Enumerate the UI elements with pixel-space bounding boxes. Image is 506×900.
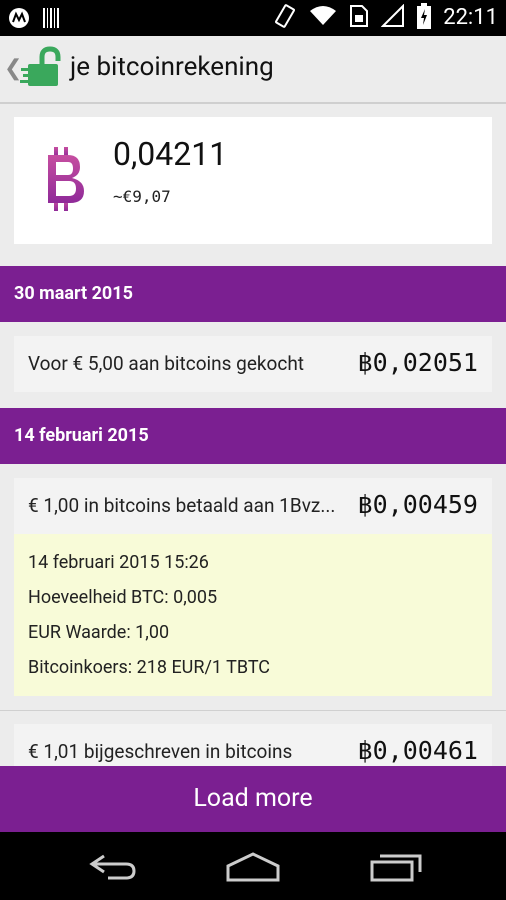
sim-icon <box>349 4 369 32</box>
bitcoin-b-icon <box>42 147 86 211</box>
transaction-row[interactable]: Voor € 5,00 aan bitcoins gekocht ฿0,0205… <box>14 336 492 392</box>
status-bar: 22:11 <box>0 0 506 36</box>
detail-datetime: 14 februari 2015 15:26 <box>28 552 209 573</box>
clock: 22:11 <box>443 5 498 30</box>
transaction-details: 14 februari 2015 15:26 Hoeveelheid BTC: … <box>14 534 492 696</box>
transaction-list[interactable]: 0,04211 ~€9,07 30 maart 2015 Voor € 5,00… <box>0 104 506 766</box>
green-padlock-logo[interactable] <box>20 46 64 90</box>
home-icon[interactable] <box>223 850 283 884</box>
transaction-row[interactable]: € 1,01 bijgeschreven in bitcoins ฿0,0046… <box>14 724 492 766</box>
recents-icon[interactable] <box>366 850 426 884</box>
wifi-icon <box>309 5 337 31</box>
transaction-amount: ฿0,00459 <box>357 490 478 519</box>
action-bar: ❮ je bitcoinrekening <box>0 36 506 104</box>
transaction-row[interactable]: € 1,00 in bitcoins betaald aan 1Bvz... ฿… <box>14 478 492 534</box>
balance-amount: 0,04211 <box>113 135 228 173</box>
detail-eur-value: EUR Waarde: 1,00 <box>28 622 170 643</box>
balance-fiat: ~€9,07 <box>113 187 171 206</box>
motorola-icon <box>8 7 30 33</box>
load-more-button[interactable]: Load more <box>0 766 506 832</box>
transaction-amount: ฿0,00461 <box>357 736 478 765</box>
barcode-icon <box>42 7 60 33</box>
transaction-amount: ฿0,02051 <box>357 348 478 377</box>
transaction-description: € 1,00 in bitcoins betaald aan 1Bvz... <box>28 494 336 517</box>
date-header: 30 maart 2015 <box>0 266 506 322</box>
back-icon[interactable] <box>84 850 144 884</box>
transaction-description: € 1,01 bijgeschreven in bitcoins <box>28 740 293 763</box>
date-header: 14 februari 2015 <box>0 408 506 464</box>
balance-card: 0,04211 ~€9,07 <box>14 117 492 244</box>
vibrate-icon <box>273 3 297 33</box>
divider <box>0 710 506 711</box>
detail-quantity: Hoeveelheid BTC: 0,005 <box>28 587 218 608</box>
navigation-bar <box>0 832 506 900</box>
transaction-description: Voor € 5,00 aan bitcoins gekocht <box>28 352 305 375</box>
battery-icon <box>417 3 432 33</box>
page-title: je bitcoinrekening <box>70 52 274 82</box>
detail-rate: Bitcoinkoers: 218 EUR/1 TBTC <box>28 657 271 678</box>
signal-icon <box>380 3 405 32</box>
